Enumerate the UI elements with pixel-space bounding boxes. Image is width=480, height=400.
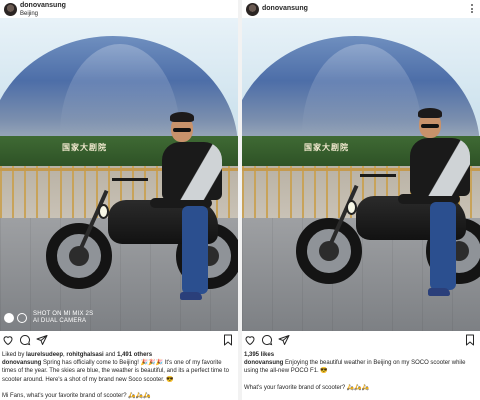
liked-count-link[interactable]: 1,491 others bbox=[117, 352, 152, 358]
location[interactable]: Beijing bbox=[20, 11, 38, 17]
post-actions bbox=[0, 334, 238, 348]
watermark-dot-outline bbox=[17, 313, 27, 323]
heart-icon[interactable] bbox=[244, 334, 256, 346]
watermark-dot-filled bbox=[4, 313, 14, 323]
likes-count[interactable]: 1,395 likes bbox=[244, 351, 478, 359]
rider-legs bbox=[430, 202, 456, 290]
bike-headlamp bbox=[346, 200, 357, 215]
bike-handlebar bbox=[360, 174, 396, 177]
watermark-text: SHOT ON MI MIX 2S AI DUAL CAMERA bbox=[33, 311, 93, 325]
rider-glasses bbox=[421, 124, 439, 128]
comment-icon[interactable] bbox=[261, 334, 273, 346]
watermark-line-2: AI DUAL CAMERA bbox=[33, 318, 87, 324]
photo-sign: 国家大剧院 bbox=[62, 143, 107, 152]
more-vertical-icon[interactable] bbox=[470, 4, 474, 14]
comment-icon[interactable] bbox=[19, 334, 31, 346]
caption: donovansung Spring has officially come t… bbox=[2, 359, 236, 384]
caption-username[interactable]: donovansung bbox=[2, 360, 41, 366]
camera-watermark: SHOT ON MI MIX 2S AI DUAL CAMERA bbox=[4, 311, 93, 325]
post-actions bbox=[242, 334, 480, 348]
rider-glasses bbox=[173, 128, 191, 132]
post-caption-area: Liked by laurelsudeep, rohitghalsasi and… bbox=[2, 351, 236, 400]
avatar[interactable] bbox=[4, 3, 17, 16]
username[interactable]: donovansung bbox=[262, 5, 308, 12]
rider-hair bbox=[418, 108, 442, 118]
liked-user-link[interactable]: laurelsudeep bbox=[26, 352, 63, 358]
rider-shoe bbox=[180, 292, 202, 300]
watermark-logo bbox=[4, 313, 27, 323]
liked-prefix: Liked by bbox=[2, 352, 27, 358]
caption-username[interactable]: donovansung bbox=[244, 360, 283, 366]
bike-front-wheel bbox=[46, 223, 112, 289]
post-photo[interactable]: 国家大剧院 SHOT ON MI MIX 2S AI DUAL CAMERA bbox=[0, 18, 238, 331]
heart-icon[interactable] bbox=[2, 334, 14, 346]
caption-gap bbox=[244, 376, 478, 384]
post-right: donovansung 国家大剧院 1,395 likes donovansun… bbox=[242, 0, 480, 400]
bookmark-icon[interactable] bbox=[222, 334, 234, 346]
caption-question: Mi Fans, what's your favorite brand of s… bbox=[2, 392, 151, 399]
post-caption-area: 1,395 likes donovansung Enjoying the bea… bbox=[244, 351, 478, 392]
watermark-line-1: SHOT ON MI MIX 2S bbox=[33, 311, 94, 317]
avatar[interactable] bbox=[246, 3, 259, 16]
rider-torso bbox=[410, 138, 470, 196]
liked-user2-link[interactable]: rohitghalsasi bbox=[66, 352, 103, 358]
caption-question: What's your favorite brand of scooter? 🛵… bbox=[244, 384, 370, 391]
bike-front-wheel bbox=[296, 218, 362, 284]
send-icon[interactable] bbox=[278, 334, 290, 346]
rider-shoe bbox=[428, 288, 450, 296]
caption-gap bbox=[2, 384, 236, 392]
bike-headlamp bbox=[98, 204, 109, 219]
rider-legs bbox=[182, 206, 208, 294]
send-icon[interactable] bbox=[36, 334, 48, 346]
photo-sign: 国家大剧院 bbox=[304, 143, 349, 152]
bookmark-icon[interactable] bbox=[464, 334, 476, 346]
caption: donovansung Enjoying the beautiful weath… bbox=[244, 359, 478, 375]
post-left: donovansung Beijing 国家大剧院 SHOT ON MI MIX… bbox=[0, 0, 238, 400]
rider-hair bbox=[170, 112, 194, 122]
liked-by-line: Liked by laurelsudeep, rohitghalsasi and… bbox=[2, 351, 236, 359]
rider-torso bbox=[162, 142, 222, 200]
bike-handlebar bbox=[112, 178, 148, 181]
username[interactable]: donovansung bbox=[20, 2, 66, 9]
liked-and: and bbox=[103, 352, 118, 358]
post-photo[interactable]: 国家大剧院 bbox=[242, 18, 480, 331]
